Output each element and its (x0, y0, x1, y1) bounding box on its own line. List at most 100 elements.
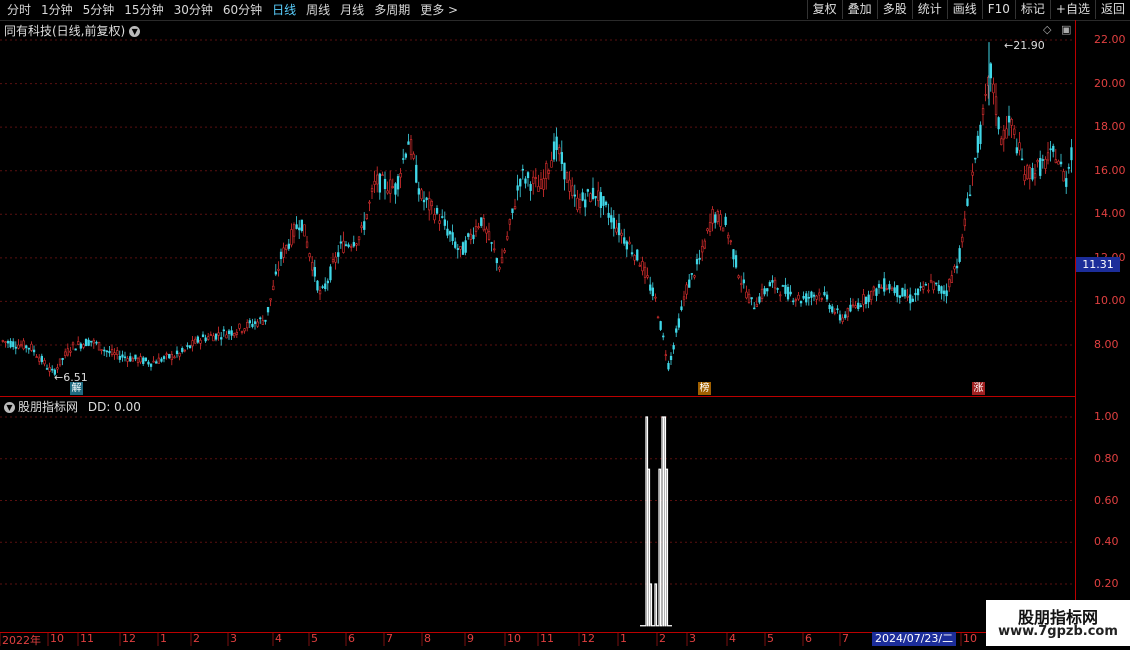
candle-body (321, 286, 324, 288)
date-tick-label: 1 (620, 632, 627, 645)
candle-body (961, 236, 964, 243)
candle-body (162, 356, 166, 359)
candle-body (308, 253, 311, 258)
unlock-marker[interactable]: 解 (70, 382, 83, 395)
candle-body (659, 321, 662, 330)
candle-body (903, 289, 907, 297)
candle-body (495, 258, 499, 264)
candle-body (95, 341, 98, 344)
candle-body (425, 197, 428, 201)
candle-body (253, 321, 257, 324)
date-tick-label: 9 (467, 632, 474, 645)
candle-body (422, 199, 426, 203)
selected-date: 2024/07/23/二 (872, 632, 957, 646)
candle-body (669, 355, 673, 361)
candle-body (685, 284, 688, 295)
candle-body (581, 192, 584, 201)
candle-body (27, 347, 31, 350)
candle-body (981, 108, 985, 115)
candle-body (178, 352, 181, 357)
panel-separator[interactable] (0, 396, 1075, 397)
candle-body (103, 349, 106, 352)
candle-body (282, 247, 285, 258)
date-tick-label: 4 (729, 632, 736, 645)
candle-body (259, 317, 262, 320)
candle-body (378, 173, 382, 193)
date-tick-label: 12 (122, 632, 136, 645)
candle-body (807, 296, 811, 299)
candle-body (545, 163, 548, 179)
candle-body (233, 333, 236, 337)
candle-body (238, 323, 241, 329)
candle-body (526, 172, 530, 179)
candle-body (342, 240, 345, 253)
candle-body (916, 288, 920, 296)
candle-body (1028, 166, 1032, 179)
limit-up-marker[interactable]: 涨 (972, 382, 985, 395)
candlestick-chart[interactable] (0, 0, 1130, 650)
candle-body (17, 344, 20, 349)
candle-body (974, 157, 977, 160)
candle-body (1044, 158, 1047, 169)
candle-body (155, 361, 158, 364)
candle-body (121, 354, 124, 358)
date-tick-label: 7 (386, 632, 393, 645)
candle-body (594, 196, 597, 199)
candle-body (620, 232, 623, 236)
indicator-tick-label: 0.60 (1094, 493, 1119, 507)
candle-body (1059, 161, 1063, 165)
candle-body (290, 229, 293, 246)
date-tick-label: 1 (160, 632, 167, 645)
candle-body (838, 314, 842, 321)
candle-body (1065, 178, 1068, 187)
candle-body (1041, 159, 1045, 161)
candle-body (599, 192, 603, 209)
candle-body (477, 226, 480, 228)
candle-body (760, 288, 764, 299)
date-tick-label: 4 (275, 632, 282, 645)
candle-body (888, 284, 891, 290)
chevron-down-icon[interactable]: ▼ (4, 402, 15, 413)
candle-body (924, 284, 928, 286)
candle-body (976, 135, 980, 153)
candle-body (105, 350, 109, 353)
candle-body (568, 179, 571, 192)
candle-body (698, 257, 701, 260)
date-tick-label: 6 (805, 632, 812, 645)
indicator-title[interactable]: ▼ 股朋指标网 DD: 0.00 (4, 398, 141, 415)
candle-body (48, 366, 51, 372)
rank-marker[interactable]: 榜 (698, 382, 711, 395)
date-tick-label: 2 (193, 632, 200, 645)
candle-body (14, 346, 18, 349)
candle-body (929, 279, 933, 283)
candle-body (204, 337, 207, 342)
candle-body (690, 273, 694, 275)
candle-body (394, 183, 397, 195)
candle-body (664, 354, 668, 356)
candle-body (313, 267, 317, 277)
candle-body (490, 242, 493, 244)
candle-body (274, 271, 278, 275)
candle-body (997, 117, 1000, 130)
indicator-name: 股朋指标网 (18, 400, 79, 414)
candle-body (779, 294, 782, 297)
candle-body (719, 214, 722, 227)
date-tick-label: 7 (842, 632, 849, 645)
candle-body (391, 186, 395, 188)
candle-body (740, 283, 743, 285)
candle-body (753, 307, 756, 310)
current-price-tag: 11.31 (1076, 257, 1120, 272)
candle-body (771, 280, 774, 283)
candle-body (433, 214, 436, 221)
candle-body (186, 345, 189, 347)
candle-body (74, 348, 77, 351)
candle-body (602, 196, 605, 206)
candle-body (459, 246, 462, 250)
candle-body (885, 288, 889, 290)
candle-body (337, 252, 340, 257)
candle-body (316, 280, 319, 291)
candle-body (292, 224, 296, 237)
candle-body (19, 344, 23, 347)
candle-body (230, 330, 233, 336)
candle-body (365, 214, 369, 219)
